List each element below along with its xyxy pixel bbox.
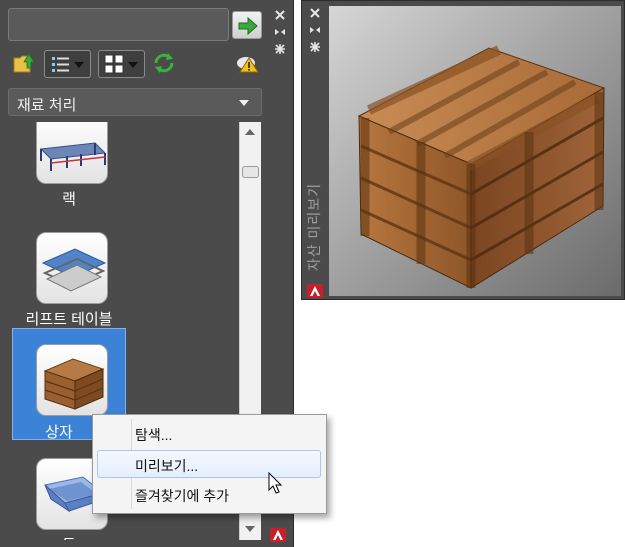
list-item-label: 통 bbox=[12, 534, 126, 540]
list-view-dropdown[interactable] bbox=[44, 50, 91, 78]
crate-preview-image bbox=[357, 45, 606, 289]
scroll-thumb[interactable] bbox=[242, 166, 259, 178]
scroll-up-icon[interactable] bbox=[245, 129, 255, 135]
search-input[interactable] bbox=[8, 8, 229, 41]
refresh-icon bbox=[154, 53, 174, 73]
refresh-button[interactable] bbox=[151, 50, 179, 78]
lift-table-icon bbox=[36, 232, 108, 304]
cloud-warning-icon bbox=[237, 57, 259, 73]
auto-hide-icon[interactable] bbox=[272, 25, 288, 39]
view-options-dropdown[interactable] bbox=[98, 50, 145, 78]
scroll-down-icon[interactable] bbox=[245, 526, 255, 532]
app-menu-icon[interactable] bbox=[307, 284, 323, 298]
menu-item-browse[interactable]: 탐색... bbox=[97, 419, 321, 447]
chevron-down-icon bbox=[74, 62, 84, 68]
chevron-down-icon bbox=[239, 100, 249, 106]
close-icon[interactable] bbox=[308, 6, 322, 18]
close-icon[interactable] bbox=[272, 8, 288, 22]
load-folder-icon bbox=[13, 53, 35, 73]
list-item-label: 랙 bbox=[62, 191, 76, 208]
asset-preview-palette: 자산 미리보기 bbox=[301, 0, 625, 300]
menu-item-preview[interactable]: 미리보기... bbox=[97, 450, 321, 478]
app-menu-icon[interactable] bbox=[270, 528, 286, 542]
menu-item-add-favorites[interactable]: 즐겨찾기에 추가 bbox=[97, 480, 321, 508]
crate-icon bbox=[36, 344, 108, 416]
properties-icon[interactable] bbox=[308, 40, 322, 52]
list-item-lift-table[interactable]: 리프트 테이블 bbox=[12, 230, 126, 330]
menu-item-label: 탐색... bbox=[135, 427, 173, 443]
menu-item-label: 즐겨찾기에 추가 bbox=[135, 488, 230, 504]
properties-icon[interactable] bbox=[272, 42, 288, 56]
rack-icon bbox=[36, 122, 108, 184]
menu-item-label: 미리보기... bbox=[135, 458, 199, 474]
category-label: 재료 처리 bbox=[17, 97, 77, 114]
go-arrow-icon bbox=[238, 16, 258, 36]
preview-title: 자산 미리보기 bbox=[306, 182, 322, 272]
load-folder-button[interactable] bbox=[12, 50, 38, 78]
view-options-icon bbox=[104, 54, 124, 74]
category-dropdown[interactable]: 재료 처리 bbox=[8, 88, 262, 116]
list-item-label: 리프트 테이블 bbox=[25, 311, 113, 328]
search-go-button[interactable] bbox=[232, 11, 262, 39]
preview-viewport[interactable] bbox=[329, 6, 621, 296]
context-menu: 탐색... 미리보기... 즐겨찾기에 추가 bbox=[92, 414, 327, 514]
mouse-cursor-icon bbox=[268, 472, 283, 494]
cloud-status-button[interactable] bbox=[234, 50, 262, 78]
list-item-rack[interactable]: 랙 bbox=[12, 122, 126, 212]
chevron-down-icon bbox=[128, 62, 138, 68]
list-view-icon bbox=[52, 57, 69, 72]
auto-hide-icon[interactable] bbox=[308, 23, 322, 35]
